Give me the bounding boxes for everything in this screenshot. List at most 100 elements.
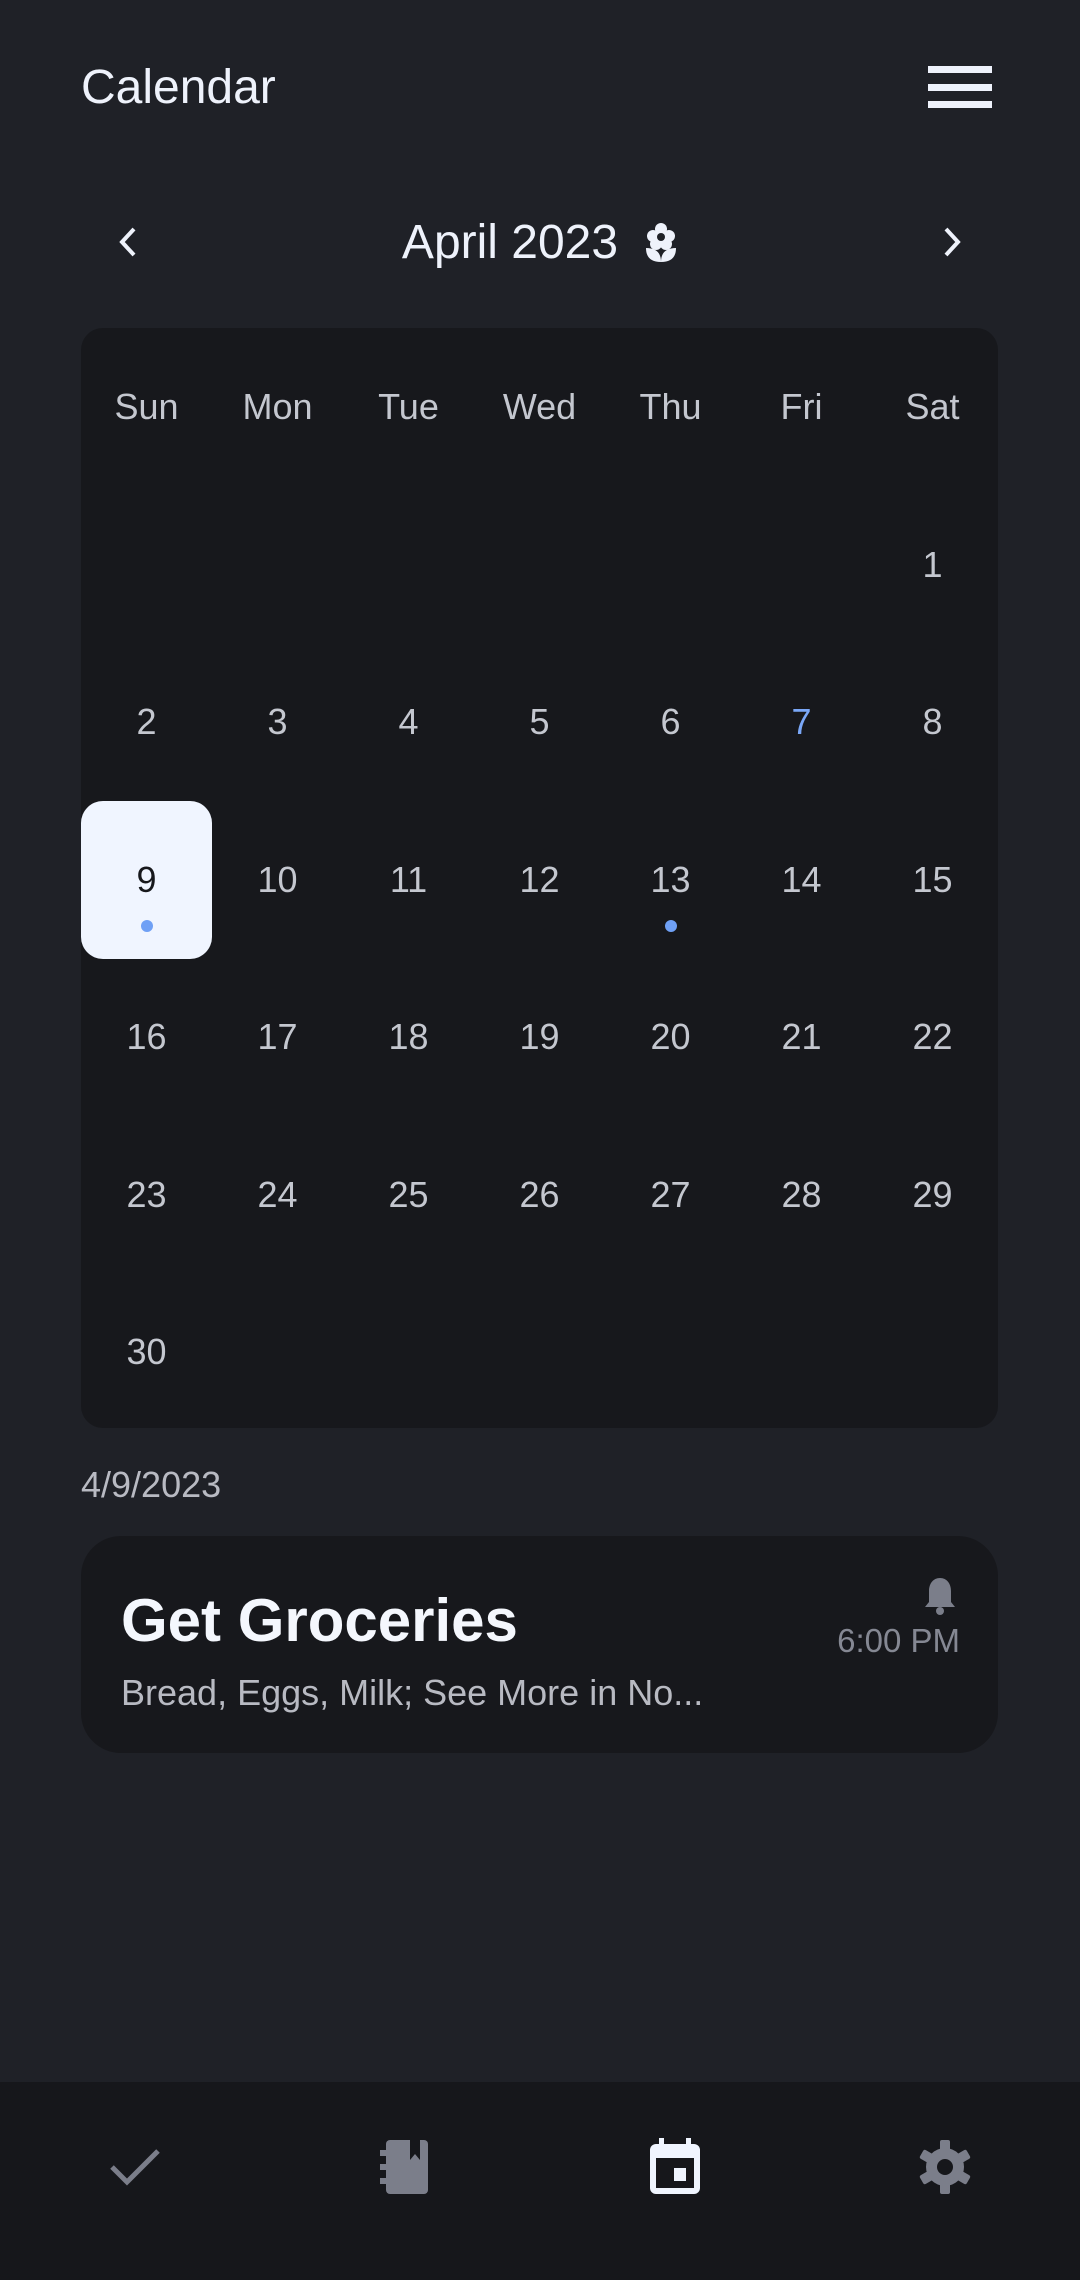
weekday-thu: Thu <box>639 386 702 427</box>
day-14[interactable]: 14 <box>736 801 867 959</box>
day-number: 4 <box>398 701 419 743</box>
event-time: 6:00 PM <box>837 1622 960 1659</box>
day-number: 18 <box>388 1016 429 1058</box>
day-3[interactable]: 3 <box>212 644 343 802</box>
empty-cell <box>605 486 736 644</box>
next-month-button[interactable] <box>922 212 982 272</box>
empty-cell <box>81 486 212 644</box>
day-27[interactable]: 27 <box>605 1116 736 1274</box>
calendar-grid: Sun Mon Tue Wed Thu Fri Sat 1 2 3 4 5 6 7 8 9 10 11 12 13 1… <box>81 328 998 1428</box>
day-5[interactable]: 5 <box>474 644 605 802</box>
hamburger-menu-icon[interactable] <box>928 66 992 108</box>
day-1[interactable]: 1 <box>867 486 998 644</box>
nav-tasks[interactable] <box>0 2082 270 2280</box>
day-number: 2 <box>136 701 157 743</box>
day-11[interactable]: 11 <box>343 801 474 959</box>
day-28[interactable]: 28 <box>736 1116 867 1274</box>
day-number: 21 <box>781 1016 822 1058</box>
day-2[interactable]: 2 <box>81 644 212 802</box>
day-20[interactable]: 20 <box>605 959 736 1117</box>
page-title: Calendar <box>81 61 276 114</box>
weekday-header: Sun Mon Tue Wed Thu Fri Sat <box>81 377 998 437</box>
day-23[interactable]: 23 <box>81 1116 212 1274</box>
day-number: 10 <box>257 858 298 900</box>
day-16[interactable]: 16 <box>81 959 212 1117</box>
day-4[interactable]: 4 <box>343 644 474 802</box>
event-card[interactable]: Get Groceries Bread, Eggs, Milk; See Mor… <box>81 1536 998 1753</box>
day-number: 12 <box>519 858 560 900</box>
event-title: Get Groceries <box>121 1587 518 1654</box>
empty-cell <box>736 486 867 644</box>
day-29[interactable]: 29 <box>867 1116 998 1274</box>
day-number: 25 <box>388 1173 429 1215</box>
gear-icon <box>919 2140 971 2194</box>
day-number: 11 <box>389 858 428 900</box>
day-number: 27 <box>650 1173 691 1215</box>
empty-cell <box>343 486 474 644</box>
days-grid: 1 2 3 4 5 6 7 8 9 10 11 12 13 14 15 16 17 18 19 20 21 22 23 24 2… <box>81 486 998 1431</box>
day-number: 24 <box>257 1173 298 1215</box>
calendar-icon <box>650 2138 700 2194</box>
weekday-sun: Sun <box>114 386 179 427</box>
chevron-right-icon <box>944 227 961 257</box>
day-number: 13 <box>650 858 691 900</box>
day-26[interactable]: 26 <box>474 1116 605 1274</box>
prev-month-button[interactable] <box>98 212 158 272</box>
month-label: April 2023 <box>401 215 619 269</box>
month-header: April 2023 <box>0 212 1080 272</box>
day-number: 16 <box>126 1016 167 1058</box>
event-dot <box>140 920 153 932</box>
day-30[interactable]: 30 <box>81 1274 212 1432</box>
bell-icon <box>925 1578 955 1615</box>
day-number: 9 <box>136 858 157 900</box>
day-25[interactable]: 25 <box>343 1116 474 1274</box>
flower-icon <box>646 223 677 262</box>
day-24[interactable]: 24 <box>212 1116 343 1274</box>
day-13[interactable]: 13 <box>605 801 736 959</box>
weekday-fri: Fri <box>780 386 823 427</box>
day-number: 5 <box>529 701 550 743</box>
day-9[interactable]: 9 <box>81 801 212 959</box>
selected-date-label: 4/9/2023 <box>81 1464 222 1505</box>
day-15[interactable]: 15 <box>867 801 998 959</box>
day-12[interactable]: 12 <box>474 801 605 959</box>
bottom-nav <box>0 2082 1080 2280</box>
day-number: 29 <box>912 1173 953 1215</box>
nav-notes[interactable] <box>270 2082 540 2280</box>
notebook-icon <box>380 2140 428 2194</box>
day-number: 1 <box>922 543 943 585</box>
day-19[interactable]: 19 <box>474 959 605 1117</box>
check-icon <box>110 2149 160 2186</box>
day-6[interactable]: 6 <box>605 644 736 802</box>
nav-settings[interactable] <box>810 2082 1080 2280</box>
event-subtitle: Bread, Eggs, Milk; See More in No... <box>121 1672 704 1713</box>
day-number: 7 <box>791 701 812 743</box>
day-number: 22 <box>912 1016 953 1058</box>
weekday-sat: Sat <box>905 386 960 427</box>
day-number: 30 <box>126 1331 167 1373</box>
day-number: 26 <box>519 1173 560 1215</box>
weekday-wed: Wed <box>502 386 577 427</box>
day-21[interactable]: 21 <box>736 959 867 1117</box>
weekday-mon: Mon <box>242 386 313 427</box>
day-18[interactable]: 18 <box>343 959 474 1117</box>
day-number: 20 <box>650 1016 691 1058</box>
chevron-left-icon <box>119 227 136 257</box>
day-17[interactable]: 17 <box>212 959 343 1117</box>
day-number: 8 <box>922 701 943 743</box>
nav-calendar[interactable] <box>540 2082 810 2280</box>
day-10[interactable]: 10 <box>212 801 343 959</box>
weekday-tue: Tue <box>378 386 439 427</box>
day-7[interactable]: 7 <box>736 644 867 802</box>
day-number: 17 <box>257 1016 298 1058</box>
empty-cell <box>474 486 605 644</box>
day-number: 28 <box>781 1173 822 1215</box>
day-8[interactable]: 8 <box>867 644 998 802</box>
day-number: 23 <box>126 1173 167 1215</box>
day-number: 19 <box>519 1016 560 1058</box>
day-number: 6 <box>660 701 681 743</box>
day-22[interactable]: 22 <box>867 959 998 1117</box>
day-number: 15 <box>912 858 953 900</box>
empty-cell <box>212 486 343 644</box>
day-number: 3 <box>267 701 288 743</box>
